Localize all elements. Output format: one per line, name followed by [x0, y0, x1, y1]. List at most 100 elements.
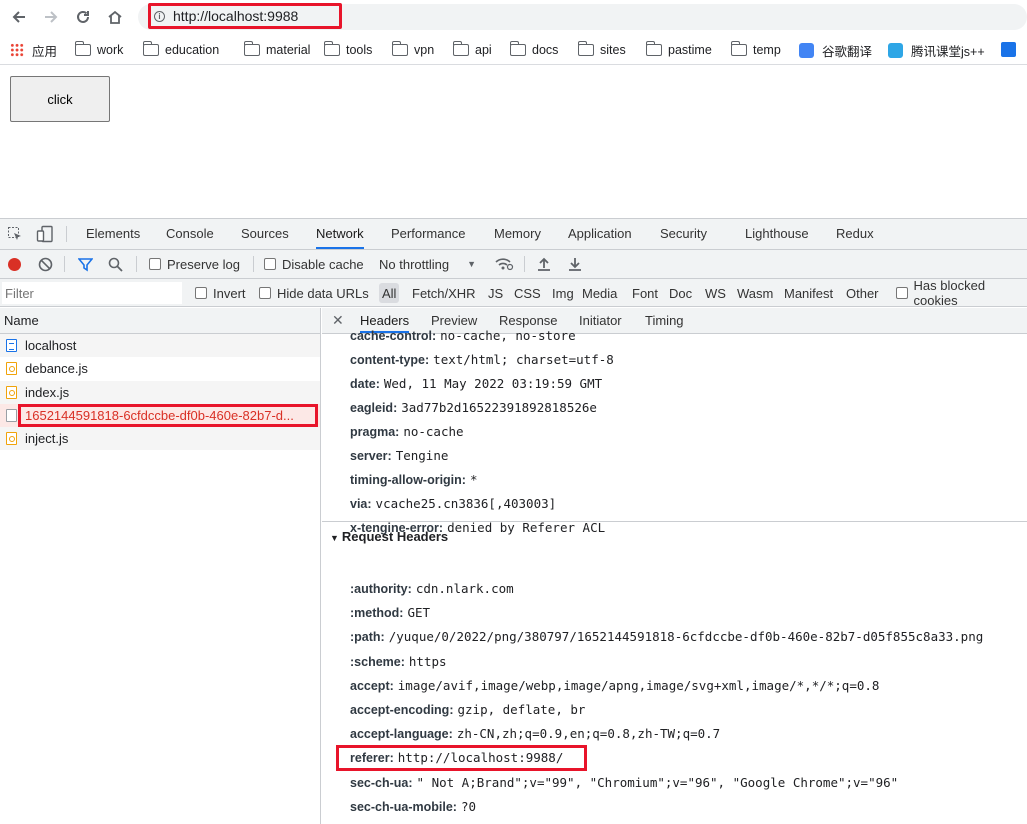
tab-network[interactable]: Network [316, 219, 364, 249]
tab-elements[interactable]: Elements [86, 219, 140, 249]
has-blocked-cookies-checkbox[interactable]: Has blocked cookies [896, 278, 1027, 308]
type-filter-manifest[interactable]: Manifest [784, 284, 833, 302]
checkbox-box[interactable] [195, 287, 207, 299]
header-row: accept-encoding: gzip, deflate, br [350, 702, 585, 720]
header-key: cache-control: [350, 329, 437, 343]
bookmark-0[interactable]: 应用 [10, 41, 57, 59]
bookmark-overflow-icon[interactable] [1001, 42, 1016, 57]
back-button[interactable] [7, 5, 31, 29]
type-filter-all[interactable]: All [379, 283, 400, 303]
type-filter-fetchxhr[interactable]: Fetch/XHR [412, 284, 476, 302]
bookmark-7[interactable]: docs [509, 41, 558, 59]
type-filter-other[interactable]: Other [846, 284, 879, 302]
type-filter-css[interactable]: CSS [514, 284, 541, 302]
name-column-header[interactable]: Name [0, 308, 320, 334]
bookmark-3[interactable]: material [243, 41, 310, 59]
header-row: sec-ch-ua-mobile: ?0 [350, 799, 476, 817]
header-key: :scheme: [350, 654, 405, 669]
header-row: content-type: text/html; charset=utf-8 [350, 352, 614, 370]
clear-icon[interactable] [38, 257, 53, 275]
bookmark-10[interactable]: temp [730, 41, 781, 59]
export-har-icon[interactable] [568, 256, 582, 275]
bookmark-12[interactable]: 腾讯课堂js++ [888, 41, 985, 59]
device-toolbar-icon[interactable] [36, 225, 54, 246]
tab-performance[interactable]: Performance [391, 219, 465, 249]
bookmark-6[interactable]: api [452, 41, 492, 59]
preserve-log-checkbox[interactable]: Preserve log [149, 255, 240, 273]
request-row[interactable]: localhost [0, 334, 320, 358]
type-filter-img[interactable]: Img [552, 284, 574, 302]
bookmark-label: 应用 [32, 44, 58, 59]
tab-console[interactable]: Console [166, 219, 214, 249]
header-row: :method: GET [350, 605, 430, 623]
header-value: no-cache [403, 424, 464, 439]
header-value: " Not A;Brand";v="99", "Chromium";v="96"… [416, 774, 899, 790]
header-row: cache-control: no-cache, no-store [350, 328, 576, 346]
filter-input[interactable] [2, 282, 182, 304]
site-info-icon[interactable]: i [154, 10, 165, 22]
request-name: 1652144591818-6cfdccbe-df0b-460e-82b7-d.… [25, 408, 294, 424]
bookmark-11[interactable]: 谷歌翻译 [799, 41, 872, 59]
disable-cache-label: Disable cache [282, 256, 364, 272]
checkbox-box[interactable] [259, 287, 271, 299]
bookmark-8[interactable]: sites [577, 41, 626, 59]
header-value: cdn.nlark.com [415, 581, 514, 596]
search-icon[interactable] [108, 257, 123, 275]
click-button[interactable]: click [10, 76, 110, 122]
import-har-icon[interactable] [537, 256, 551, 275]
checkbox-box[interactable] [149, 258, 161, 270]
url-highlight-box[interactable]: i http://localhost:9988 [148, 3, 342, 29]
close-icon[interactable]: ✕ [332, 312, 344, 329]
detail-tab-initiator[interactable]: Initiator [579, 308, 622, 333]
bookmark-5[interactable]: vpn [391, 41, 434, 59]
request-row[interactable]: index.js [0, 380, 320, 404]
type-filter-font[interactable]: Font [632, 284, 658, 302]
bookmark-9[interactable]: pastime [645, 41, 712, 59]
type-filter-media[interactable]: Media [582, 284, 617, 302]
bookmark-label: education [165, 43, 220, 57]
request-headers-title[interactable]: ▼ Request Headers [330, 529, 448, 544]
bookmark-2[interactable]: education [142, 41, 220, 59]
checkbox-box[interactable] [896, 287, 908, 299]
invert-checkbox[interactable]: Invert [195, 284, 246, 302]
reload-button[interactable] [71, 5, 95, 29]
header-key: :authority: [350, 582, 412, 596]
forward-button[interactable] [39, 5, 63, 29]
bookmark-4[interactable]: tools [323, 41, 372, 59]
header-row: pragma: no-cache [350, 424, 464, 442]
record-icon[interactable] [8, 258, 21, 271]
bookmark-1[interactable]: work [74, 41, 123, 59]
tab-application[interactable]: Application [568, 219, 632, 249]
request-row[interactable]: 1652144591818-6cfdccbe-df0b-460e-82b7-d.… [0, 403, 320, 428]
type-filter-wasm[interactable]: Wasm [737, 284, 773, 302]
type-filter-js[interactable]: JS [488, 284, 503, 302]
tab-security[interactable]: Security [660, 219, 707, 249]
header-row: referer: http://localhost:9988/ [350, 750, 563, 768]
request-details-panel: ✕ Headers Preview Response Initiator Timing … [322, 308, 1027, 824]
tencent-class-icon [888, 42, 903, 58]
header-value: GET [407, 605, 431, 621]
network-conditions-icon[interactable] [494, 256, 514, 275]
header-key: pragma: [350, 425, 400, 439]
inspect-element-icon[interactable] [7, 226, 23, 245]
back-arrow-icon [12, 11, 25, 23]
request-row[interactable]: inject.js [0, 427, 320, 451]
tab-memory[interactable]: Memory [494, 219, 541, 249]
home-button[interactable] [103, 5, 127, 29]
checkbox-box[interactable] [264, 258, 276, 270]
hide-data-urls-checkbox[interactable]: Hide data URLs [259, 284, 369, 302]
disable-cache-checkbox[interactable]: Disable cache [264, 255, 364, 273]
request-row[interactable]: debance.js [0, 357, 320, 380]
tab-redux[interactable]: Redux [836, 219, 874, 249]
forward-arrow-icon [45, 11, 58, 23]
tab-lighthouse[interactable]: Lighthouse [745, 219, 809, 249]
tab-sources[interactable]: Sources [241, 219, 289, 249]
detail-tab-timing[interactable]: Timing [645, 308, 684, 333]
header-key: via: [350, 497, 372, 511]
type-filter-ws[interactable]: WS [705, 284, 726, 302]
filter-icon[interactable] [77, 257, 94, 275]
throttling-select[interactable]: No throttling ▼ [379, 255, 476, 273]
address-bar-url[interactable]: http://localhost:9988 [173, 8, 298, 24]
header-key: referer: [350, 751, 394, 766]
type-filter-doc[interactable]: Doc [669, 284, 692, 302]
